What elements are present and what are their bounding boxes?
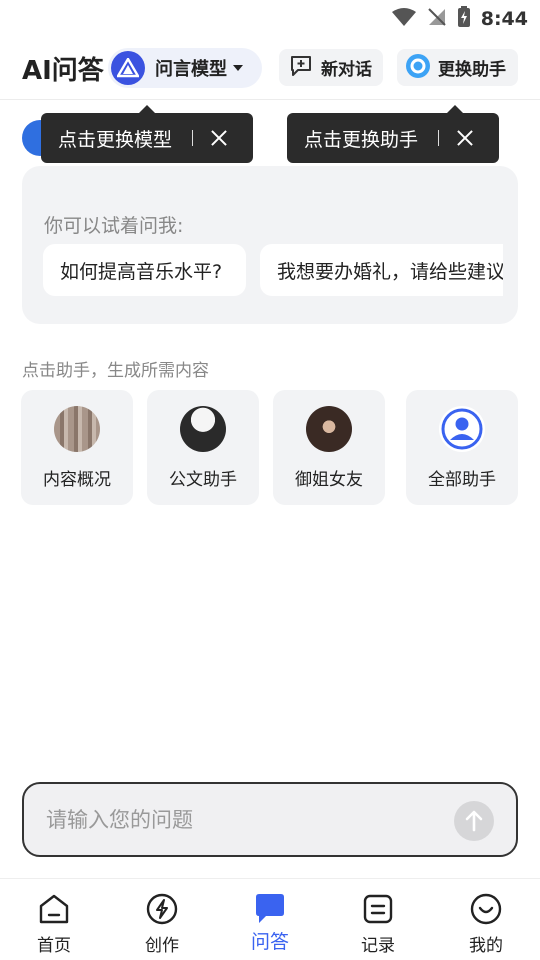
- content-avatar: [54, 406, 100, 452]
- question-input-bar: [22, 782, 518, 857]
- assistant-name: 御姐女友: [295, 470, 363, 490]
- document-avatar: [180, 406, 226, 452]
- assistant-name: 内容概况: [43, 470, 111, 490]
- nav-item-create[interactable]: 创作: [108, 879, 216, 960]
- chevron-down-icon: [233, 65, 243, 71]
- send-button[interactable]: [454, 801, 494, 841]
- suggestion-chip[interactable]: 如何提高音乐水平?: [43, 244, 246, 296]
- suggestion-card: 你可以试着问我: 如何提高音乐水平? 我想要办婚礼，请给些建议: [22, 166, 518, 324]
- nav-label: 创作: [145, 936, 179, 956]
- nav-label: 问答: [250, 931, 289, 953]
- assistant-card-girlfriend[interactable]: 御姐女友: [273, 390, 385, 505]
- model-logo-icon: [111, 51, 145, 85]
- tooltip-divider: [192, 130, 194, 146]
- nav-item-home[interactable]: 首页: [0, 879, 108, 960]
- nav-label: 我的: [469, 936, 503, 956]
- assistant-name: 全部助手: [428, 470, 496, 490]
- home-icon: [38, 893, 70, 925]
- tooltip-divider: [438, 130, 440, 146]
- assistant-name: 公文助手: [169, 470, 237, 490]
- girlfriend-avatar: [306, 406, 352, 452]
- assistant-card-all[interactable]: 全部助手: [406, 390, 518, 505]
- assistant-card-document[interactable]: 公文助手: [147, 390, 259, 505]
- assistant-logo-icon: [405, 53, 431, 83]
- no-signal-icon: [427, 7, 447, 31]
- battery-charging-icon: [457, 6, 471, 32]
- tooltip-switch-assistant: 点击更换助手: [287, 105, 499, 163]
- header: AI问答 问言模型 新对话 更换助手: [0, 44, 540, 100]
- bottom-nav: 首页 创作 问答 记录 我的: [0, 878, 540, 960]
- tooltip-arrow: [139, 105, 155, 113]
- chat-bubble-icon: [254, 893, 286, 925]
- nav-label: 首页: [37, 936, 71, 956]
- new-chat-label: 新对话: [321, 60, 372, 80]
- arrow-up-icon: [465, 810, 483, 832]
- nav-item-qa[interactable]: 问答: [216, 879, 324, 960]
- close-icon[interactable]: [209, 128, 229, 148]
- status-bar: 8:44: [0, 0, 540, 36]
- switch-assistant-label: 更换助手: [438, 60, 506, 80]
- nav-item-mine[interactable]: 我的: [432, 879, 540, 960]
- smile-icon: [470, 893, 502, 925]
- page-title: AI问答: [22, 56, 104, 86]
- question-input[interactable]: [46, 804, 446, 836]
- user-circle-icon: [439, 406, 485, 452]
- suggestion-chip[interactable]: 我想要办婚礼，请给些建议: [260, 244, 503, 296]
- wifi-icon: [391, 7, 417, 31]
- close-icon[interactable]: [455, 128, 475, 148]
- nav-label: 记录: [361, 936, 395, 956]
- record-icon: [362, 893, 394, 925]
- suggestion-list: 如何提高音乐水平? 我想要办婚礼，请给些建议: [43, 244, 503, 296]
- nav-item-records[interactable]: 记录: [324, 879, 432, 960]
- assistant-card-content-overview[interactable]: 内容概况: [21, 390, 133, 505]
- status-time: 8:44: [480, 8, 528, 30]
- tooltip-text: 点击更换助手: [304, 128, 419, 151]
- tooltip-arrow: [447, 105, 463, 113]
- assistants-section-title: 点击助手，生成所需内容: [22, 361, 209, 381]
- tooltip-text: 点击更换模型: [58, 128, 173, 151]
- model-selector[interactable]: 问言模型: [108, 48, 262, 88]
- header-divider: [0, 99, 540, 100]
- lightning-icon: [146, 893, 178, 925]
- chat-plus-icon: [289, 55, 313, 81]
- switch-assistant-button[interactable]: 更换助手: [397, 49, 518, 86]
- model-selector-label: 问言模型: [155, 59, 227, 80]
- new-chat-button[interactable]: 新对话: [279, 49, 383, 86]
- suggestion-hint: 你可以试着问我:: [44, 215, 184, 237]
- tooltip-switch-model: 点击更换模型: [41, 105, 253, 163]
